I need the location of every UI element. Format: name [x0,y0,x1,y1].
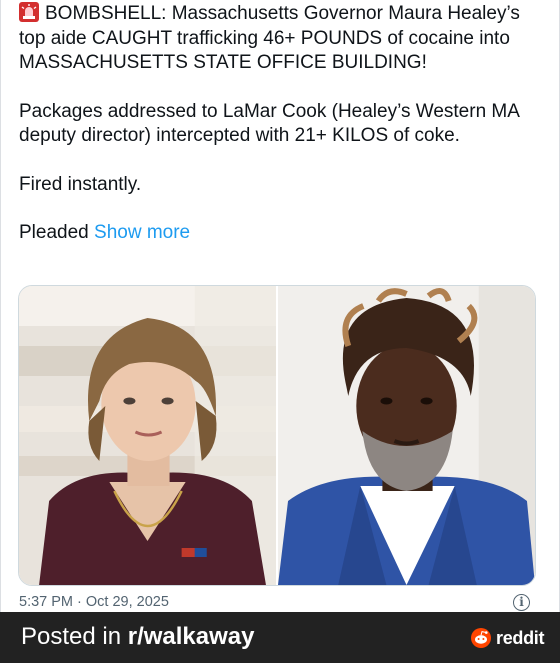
man-portrait-photo[interactable] [278,286,535,585]
subreddit-name[interactable]: r/walkaway [128,623,255,650]
media-grid[interactable] [18,285,536,586]
siren-icon [19,2,39,22]
show-more-link[interactable]: Show more [94,222,190,243]
reddit-snoo-icon [471,628,491,648]
posted-in-text: Posted in r/walkaway [21,623,254,651]
post-headline: BOMBSHELL: Massachusetts Governor Maura … [19,3,520,73]
post-text: BOMBSHELL: Massachusetts Governor Maura … [19,2,539,270]
posted-prefix: Posted in [21,623,128,650]
info-icon[interactable]: i [513,594,530,611]
reddit-wordmark: reddit [496,627,545,648]
post-paragraph-2: Packages addressed to LaMar Cook (Healey… [19,100,519,147]
post-paragraph-3: Fired instantly. [19,173,142,195]
reddit-footer-bar: Posted in r/walkaway reddit [0,612,560,663]
reddit-logo: reddit [471,627,545,649]
tweet-card: BOMBSHELL: Massachusetts Governor Maura … [0,0,560,612]
post-timestamp[interactable]: 5:37 PM · Oct 29, 2025 [19,594,169,610]
paragraph-4-text: Pleaded [19,222,95,243]
woman-portrait-photo[interactable] [19,286,276,585]
post-paragraph-4: Pleaded Show more [19,221,539,246]
